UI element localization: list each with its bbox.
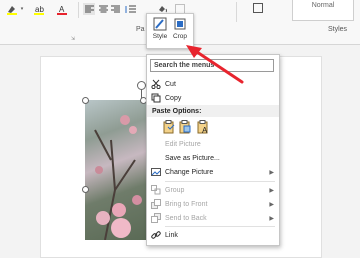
crop-icon bbox=[174, 18, 186, 30]
menu-item-label: Save as Picture... bbox=[165, 154, 220, 162]
text-highlight-icon[interactable] bbox=[5, 3, 19, 15]
ribbon-divider bbox=[78, 2, 79, 18]
bring-to-front-icon bbox=[150, 198, 162, 210]
menu-item-label: Copy bbox=[165, 94, 182, 102]
group-icon bbox=[150, 184, 162, 196]
copy-icon bbox=[150, 92, 162, 104]
link-icon bbox=[150, 229, 162, 241]
style-normal-label: Normal bbox=[311, 2, 335, 9]
svg-text:ab: ab bbox=[35, 5, 44, 14]
menu-item-label: Send to Back bbox=[165, 214, 207, 222]
paste-picture-icon[interactable] bbox=[179, 120, 191, 136]
style-button-label: Style bbox=[152, 33, 168, 40]
align-right-icon[interactable] bbox=[109, 3, 121, 15]
menu-item-label: Bring to Front bbox=[165, 200, 208, 208]
menu-divider bbox=[165, 226, 275, 227]
menu-item-label: Cut bbox=[165, 80, 176, 88]
menu-item-label: Group bbox=[165, 186, 185, 194]
ribbon-divider bbox=[236, 2, 237, 22]
chevron-right-icon: ▶ bbox=[269, 215, 274, 222]
menu-item-edit-picture[interactable]: Edit Picture bbox=[147, 137, 279, 151]
annotation-arrow bbox=[186, 45, 244, 84]
styles-group-label: Styles bbox=[328, 26, 348, 33]
chevron-right-icon: ▶ bbox=[269, 169, 274, 176]
menu-item-label: Edit Picture bbox=[165, 140, 201, 148]
menu-item-copy[interactable]: Copy bbox=[147, 91, 279, 105]
menu-item-label: Change Picture bbox=[165, 168, 214, 176]
selected-picture[interactable] bbox=[85, 100, 149, 240]
paste-options-header: Paste Options: bbox=[147, 105, 279, 117]
paste-options-row: A bbox=[163, 119, 223, 135]
style-gallery-icon[interactable] bbox=[252, 2, 264, 14]
chevron-right-icon: ▶ bbox=[269, 201, 274, 208]
align-center-icon[interactable] bbox=[97, 3, 109, 15]
menu-item-send-to-back[interactable]: Send to Back ▶ bbox=[147, 211, 279, 225]
style-button[interactable]: Style bbox=[150, 17, 170, 47]
align-left-icon[interactable] bbox=[83, 3, 95, 15]
picture-style-icon bbox=[153, 17, 167, 31]
highlight-color-icon[interactable]: ab bbox=[32, 3, 46, 15]
menu-item-label: Link bbox=[165, 231, 178, 239]
menu-item-group[interactable]: Group ▶ bbox=[147, 183, 279, 197]
menu-item-change-picture[interactable]: Change Picture ▶ bbox=[147, 165, 279, 179]
change-picture-icon bbox=[150, 166, 162, 178]
font-color-icon[interactable]: A bbox=[55, 3, 69, 15]
paste-keep-format-icon[interactable] bbox=[163, 120, 175, 136]
resize-handle[interactable] bbox=[82, 186, 89, 193]
chevron-down-icon[interactable]: ▾ bbox=[19, 5, 25, 13]
line-spacing-icon[interactable] bbox=[123, 3, 137, 15]
dialog-launcher-icon[interactable]: ⇲ bbox=[70, 36, 76, 42]
menu-item-save-as-picture[interactable]: Save as Picture... bbox=[147, 151, 279, 165]
chevron-right-icon: ▶ bbox=[269, 187, 274, 194]
resize-handle[interactable] bbox=[82, 97, 89, 104]
menu-divider bbox=[165, 181, 275, 182]
scissors-icon bbox=[150, 78, 162, 90]
paste-text-only-icon[interactable]: A bbox=[197, 120, 209, 136]
svg-text:A: A bbox=[202, 126, 208, 134]
send-to-back-icon bbox=[150, 212, 162, 224]
menu-item-label: Paste Options: bbox=[152, 107, 202, 115]
style-normal[interactable]: Normal bbox=[292, 0, 354, 21]
svg-text:A: A bbox=[59, 5, 65, 14]
paragraph-group-label: Pa bbox=[136, 26, 145, 33]
menu-item-bring-to-front[interactable]: Bring to Front ▶ bbox=[147, 197, 279, 211]
